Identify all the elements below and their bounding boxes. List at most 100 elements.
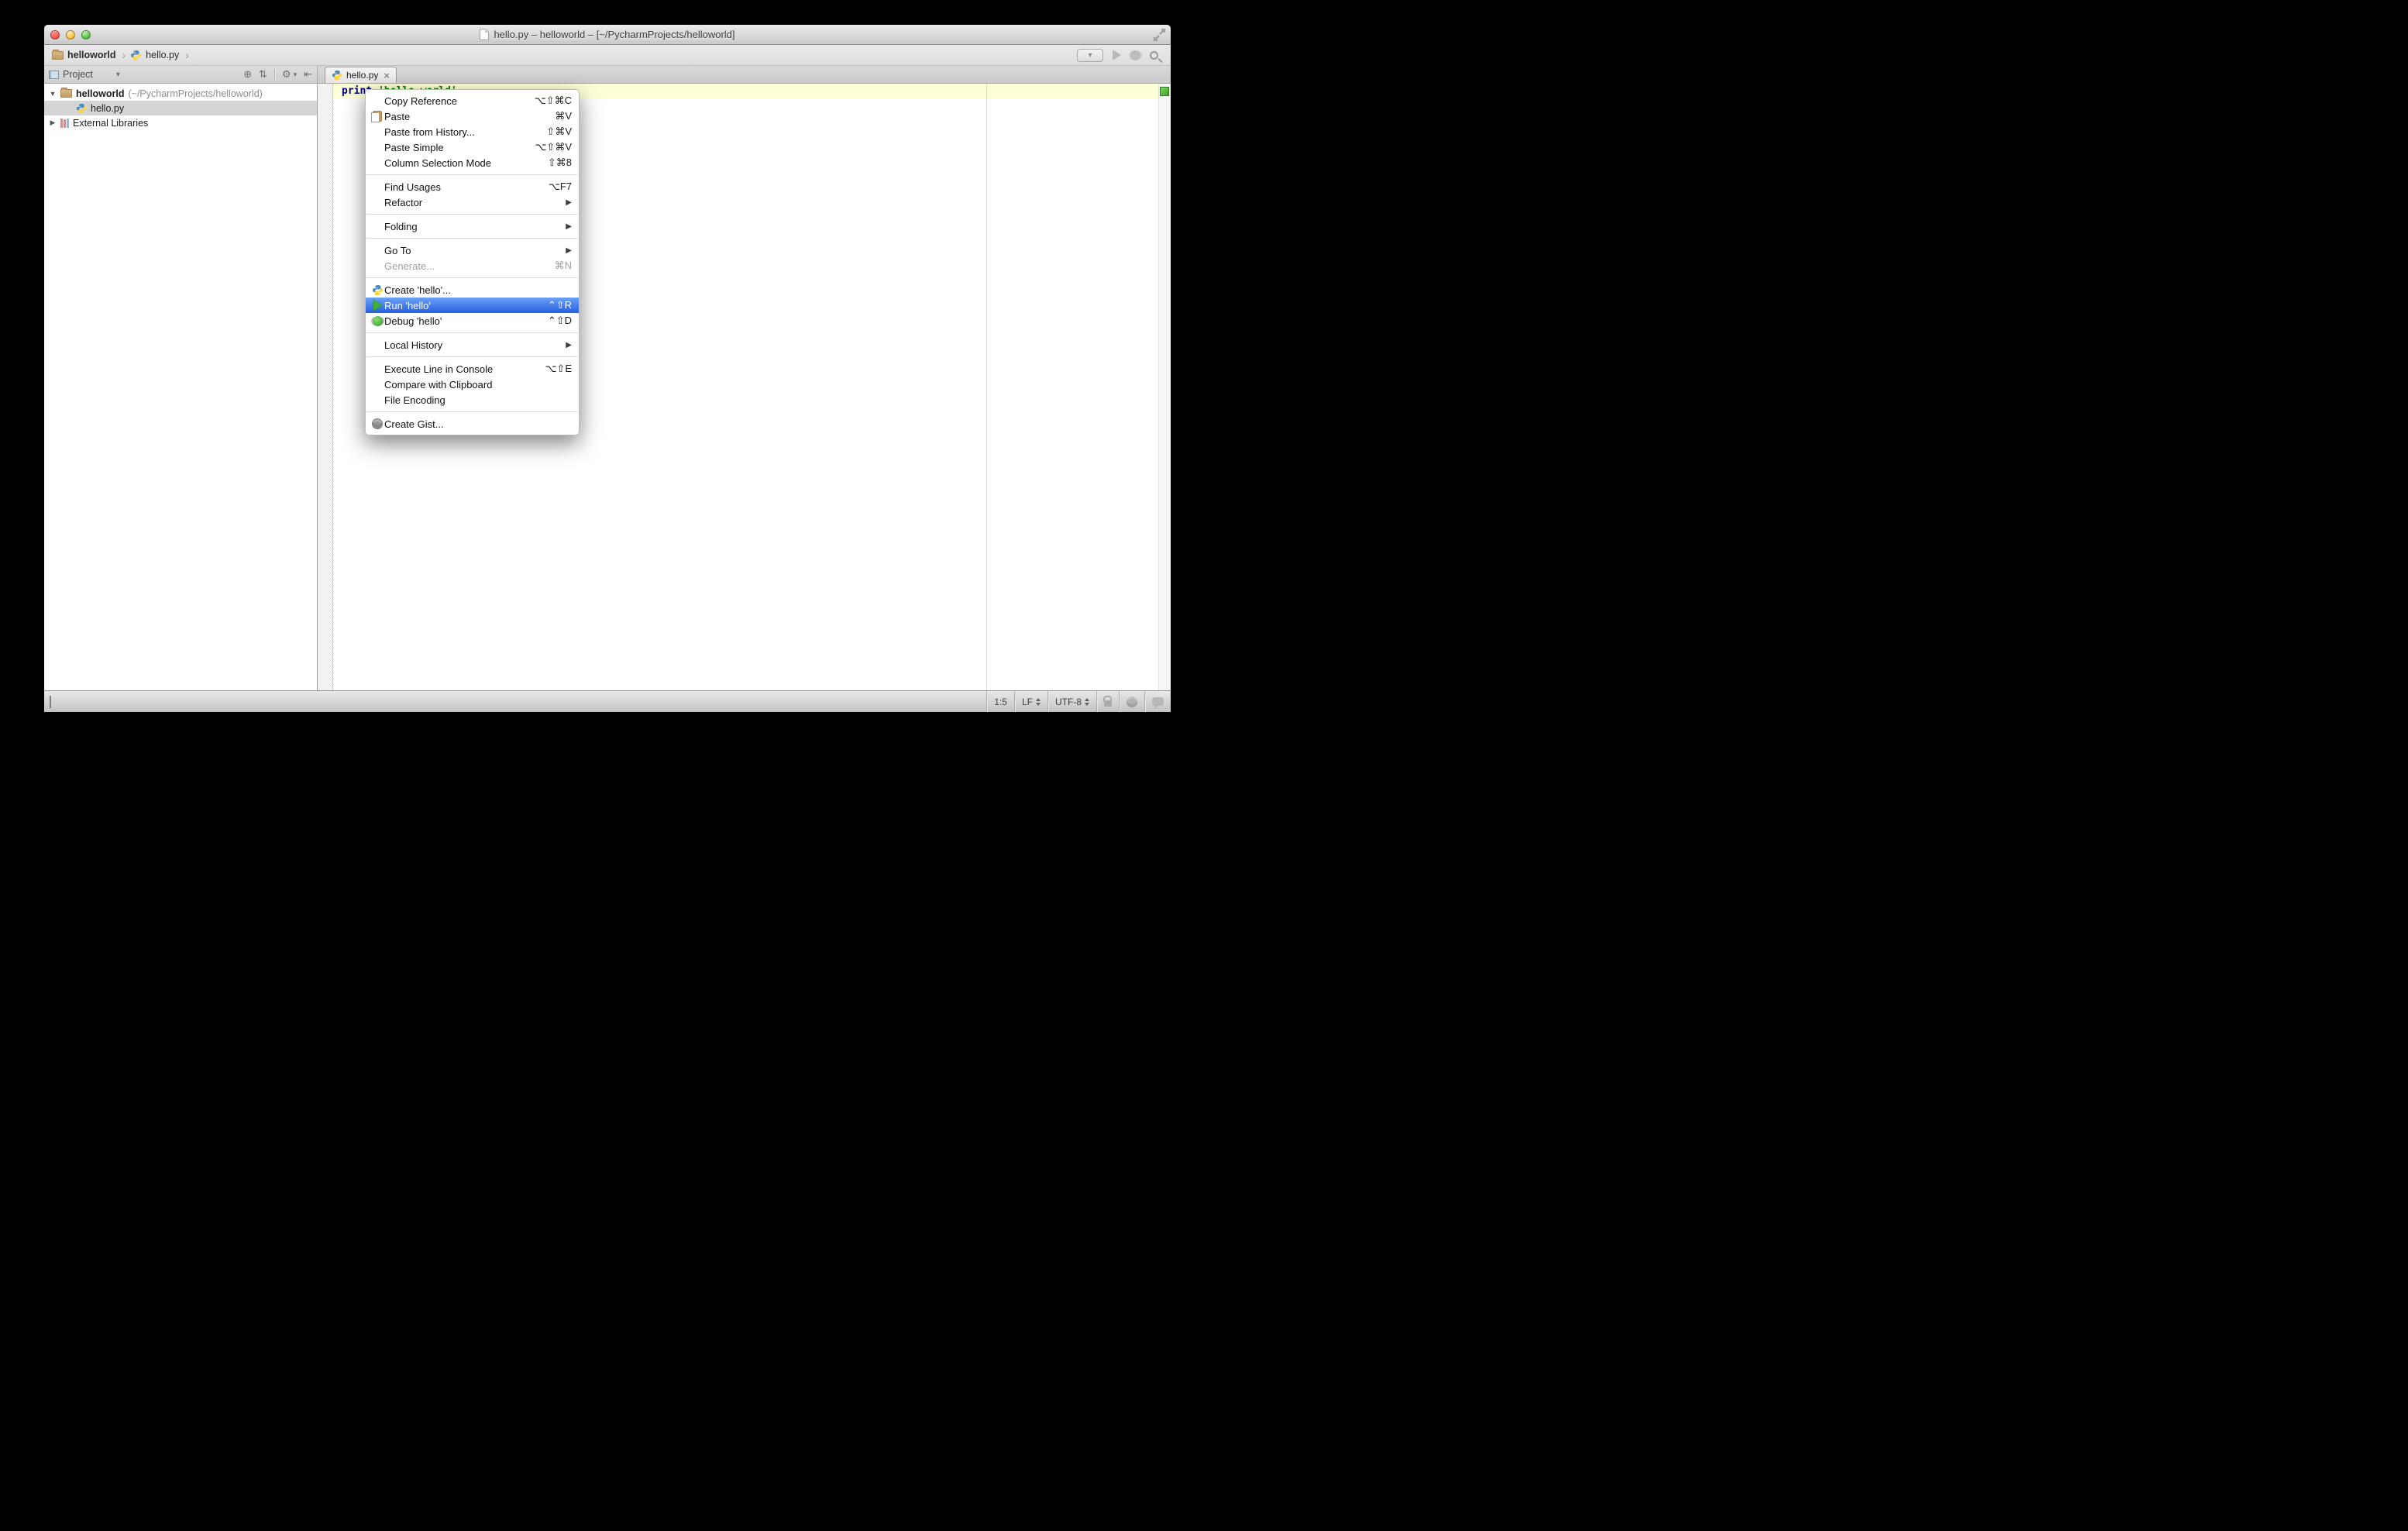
title-bar[interactable]: hello.py – helloworld – [~/PycharmProjec… [44, 25, 1171, 45]
menu-item-create-gist[interactable]: Create Gist... [366, 416, 579, 432]
encoding-widget[interactable]: UTF-8 [1047, 691, 1096, 712]
debug-button-disabled-icon[interactable] [1130, 50, 1140, 60]
header-row: Project ▾ ⊕ ⇅ ⚙ ▾ ⇤ hello.py × [44, 66, 1171, 84]
submenu-arrow-icon: ▶ [566, 340, 572, 349]
event-log-widget[interactable] [1144, 691, 1171, 712]
submenu-arrow-icon: ▶ [566, 222, 572, 231]
menu-item-column-selection-mode[interactable]: Column Selection Mode ⇧⌘8 [366, 155, 579, 170]
menu-separator [366, 174, 578, 175]
content-row: ▼ helloworld (~/PycharmProjects/hellowor… [44, 84, 1171, 690]
collapse-all-icon[interactable]: ⇅ [259, 68, 267, 81]
desktop-background: hello.py – helloworld – [~/PycharmProjec… [0, 0, 1204, 766]
tree-row-hello-py[interactable]: hello.py [44, 101, 317, 115]
chevron-right-icon: › [122, 49, 126, 61]
run-icon [373, 300, 382, 311]
tree-row-helloworld[interactable]: ▼ helloworld (~/PycharmProjects/hellowor… [44, 86, 317, 101]
menu-item-file-encoding[interactable]: File Encoding [366, 392, 579, 408]
gear-caret-icon: ▾ [293, 70, 298, 78]
hector-inspector-icon [1127, 696, 1137, 707]
folder-icon [52, 49, 64, 60]
menu-item-copy-reference[interactable]: Copy Reference ⌥⇧⌘C [366, 93, 579, 108]
toolwindow-toggle-icon[interactable] [50, 695, 51, 708]
menu-item-local-history[interactable]: Local History ▶ [366, 337, 579, 353]
menu-separator [366, 277, 578, 278]
debug-bug-icon [372, 315, 383, 326]
submenu-arrow-icon: ▶ [566, 198, 572, 207]
menu-item-execute-line-in-console[interactable]: Execute Line in Console ⌥⇧E [366, 361, 579, 377]
zoom-window-button[interactable] [81, 30, 91, 40]
chevron-down-icon: ▾ [115, 70, 120, 79]
hide-panel-icon[interactable]: ⇤ [304, 68, 312, 81]
status-bar: 1:5 LF UTF-8 [44, 690, 1171, 712]
window-title: hello.py – helloworld – [~/PycharmProjec… [494, 29, 735, 40]
libraries-icon [60, 118, 69, 128]
menu-separator [366, 332, 578, 333]
menu-separator [366, 214, 578, 215]
clipboard-icon [371, 111, 382, 122]
project-panel-header[interactable]: Project ▾ ⊕ ⇅ ⚙ ▾ ⇤ [44, 66, 318, 83]
run-button-disabled-icon[interactable] [1113, 50, 1121, 60]
stepper-icon [1085, 697, 1089, 706]
menu-item-generate: Generate... ⌘N [384, 260, 572, 272]
gear-icon[interactable]: ⚙ [282, 68, 291, 81]
minimize-window-button[interactable] [66, 30, 75, 40]
menu-item-folding[interactable]: Folding ▶ [366, 218, 579, 234]
menu-item-compare-with-clipboard[interactable]: Compare with Clipboard [366, 377, 579, 392]
breadcrumb-file[interactable]: hello.py [129, 50, 181, 61]
unlock-icon [1103, 695, 1112, 707]
tree-node-name: hello.py [91, 102, 125, 114]
project-tree-panel: ▼ helloworld (~/PycharmProjects/hellowor… [44, 84, 318, 690]
project-panel-title: Project [63, 69, 93, 80]
traffic-lights [50, 30, 91, 40]
right-margin-guide [986, 84, 987, 690]
speech-bubble-icon [1152, 697, 1164, 709]
tree-collapsed-icon[interactable]: ▶ [49, 119, 57, 127]
github-octocat-icon [372, 418, 383, 429]
submenu-arrow-icon: ▶ [566, 246, 572, 255]
menu-item-find-usages[interactable]: Find Usages ⌥F7 [366, 179, 579, 194]
pycharm-window: hello.py – helloworld – [~/PycharmProjec… [44, 25, 1171, 712]
menu-item-paste-simple[interactable]: Paste Simple ⌥⇧⌘V [366, 139, 579, 155]
menu-item-create-hello[interactable]: Create 'hello'... [366, 282, 579, 298]
folder-icon [60, 88, 72, 98]
menu-separator [366, 411, 578, 412]
tree-node-name: External Libraries [73, 117, 149, 129]
editor-context-menu: Copy Reference ⌥⇧⌘C Paste ⌘V Paste from Hi… [365, 89, 580, 435]
inspection-profile-widget[interactable] [1119, 691, 1144, 712]
tree-expanded-icon[interactable]: ▼ [49, 90, 57, 98]
menu-item-run-hello[interactable]: Run 'hello' ⌃⇧R [366, 298, 579, 313]
editor-scrollbar-track[interactable] [1158, 84, 1171, 690]
menu-item-paste[interactable]: Paste ⌘V [366, 108, 579, 124]
menu-item-go-to[interactable]: Go To ▶ [366, 243, 579, 258]
run-configuration-dropdown[interactable]: ▾ [1077, 48, 1103, 62]
tree-row-external-libraries[interactable]: ▶ External Libraries [44, 115, 317, 130]
project-panel-icon [49, 70, 59, 79]
python-file-icon [130, 50, 142, 61]
close-window-button[interactable] [50, 30, 60, 40]
tab-hello-py[interactable]: hello.py × [325, 67, 397, 83]
breadcrumb-project[interactable]: helloworld [50, 49, 118, 60]
search-icon[interactable] [1150, 50, 1158, 60]
stepper-icon [1036, 697, 1041, 706]
readonly-lock-widget[interactable] [1096, 691, 1119, 712]
fullscreen-icon[interactable] [1153, 28, 1166, 42]
locate-source-icon[interactable]: ⊕ [243, 68, 252, 81]
menu-separator [366, 356, 578, 357]
menu-item-paste-from-history[interactable]: Paste from History... ⇧⌘V [366, 124, 579, 139]
tab-label: hello.py [346, 70, 379, 81]
caret-position-widget[interactable]: 1:5 [986, 691, 1014, 712]
inspection-status-indicator[interactable] [1160, 87, 1169, 96]
tree-node-path: (~/PycharmProjects/helloworld) [128, 88, 263, 99]
navigation-bar: helloworld › hello.py › ▾ [44, 45, 1171, 66]
tree-node-name: helloworld [76, 88, 125, 99]
menu-item-debug-hello[interactable]: Debug 'hello' ⌃⇧D [366, 313, 579, 329]
close-tab-icon[interactable]: × [384, 70, 390, 81]
python-file-icon [332, 70, 342, 81]
menu-separator [366, 238, 578, 239]
python-file-icon [76, 103, 87, 114]
editor-tab-strip: hello.py × [318, 66, 1171, 83]
line-ending-widget[interactable]: LF [1013, 691, 1047, 712]
menu-item-refactor[interactable]: Refactor ▶ [366, 194, 579, 210]
toolbar-divider [273, 69, 275, 80]
chevron-right-icon: › [185, 49, 189, 61]
